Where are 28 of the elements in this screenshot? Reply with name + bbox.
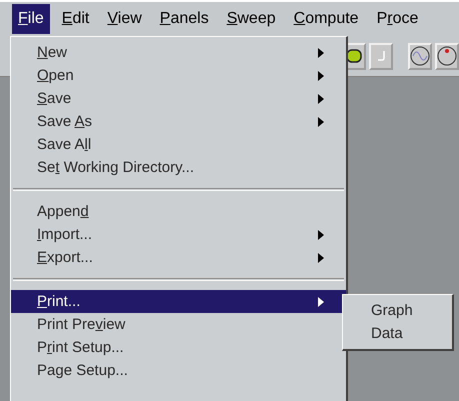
light-icon [346, 49, 362, 63]
menu-entry[interactable]: Print Setup... [11, 336, 346, 359]
menu-item[interactable]: File [12, 4, 50, 34]
menu-entry[interactable]: Print Preview [11, 313, 346, 336]
menu-item[interactable]: Compute [288, 4, 365, 34]
hook-icon [375, 50, 388, 62]
menu-item[interactable]: Proce [370, 4, 424, 34]
menu-entry[interactable]: Save All [11, 133, 346, 156]
menu-entry[interactable]: Page Setup... [11, 359, 346, 382]
menu-entry[interactable]: Append [11, 200, 346, 223]
waveform-button[interactable] [408, 42, 432, 70]
menu-item[interactable]: Sweep [220, 4, 282, 34]
sine-wave-icon [410, 46, 430, 66]
gauge-icon [436, 46, 457, 66]
menu-item[interactable]: Panels [154, 4, 215, 34]
gauge-button[interactable] [434, 42, 459, 70]
menu-entry[interactable]: Import... [11, 223, 346, 246]
menu-entry[interactable]: Set Working Directory... [11, 156, 346, 179]
menu-entry[interactable]: Save [11, 87, 346, 110]
menu-item[interactable]: Edit [56, 4, 96, 34]
menu-entry[interactable]: Print... [11, 290, 346, 313]
menu-entry[interactable]: Export... [11, 246, 346, 269]
menu-item[interactable]: View [101, 4, 148, 34]
menu-entry[interactable]: Open [11, 64, 346, 87]
menu-entry[interactable]: New [11, 41, 346, 64]
menu-entry[interactable]: Data [343, 322, 452, 345]
menu-entry[interactable]: Save As [11, 110, 346, 133]
menu-entry[interactable]: Graph [343, 299, 452, 322]
